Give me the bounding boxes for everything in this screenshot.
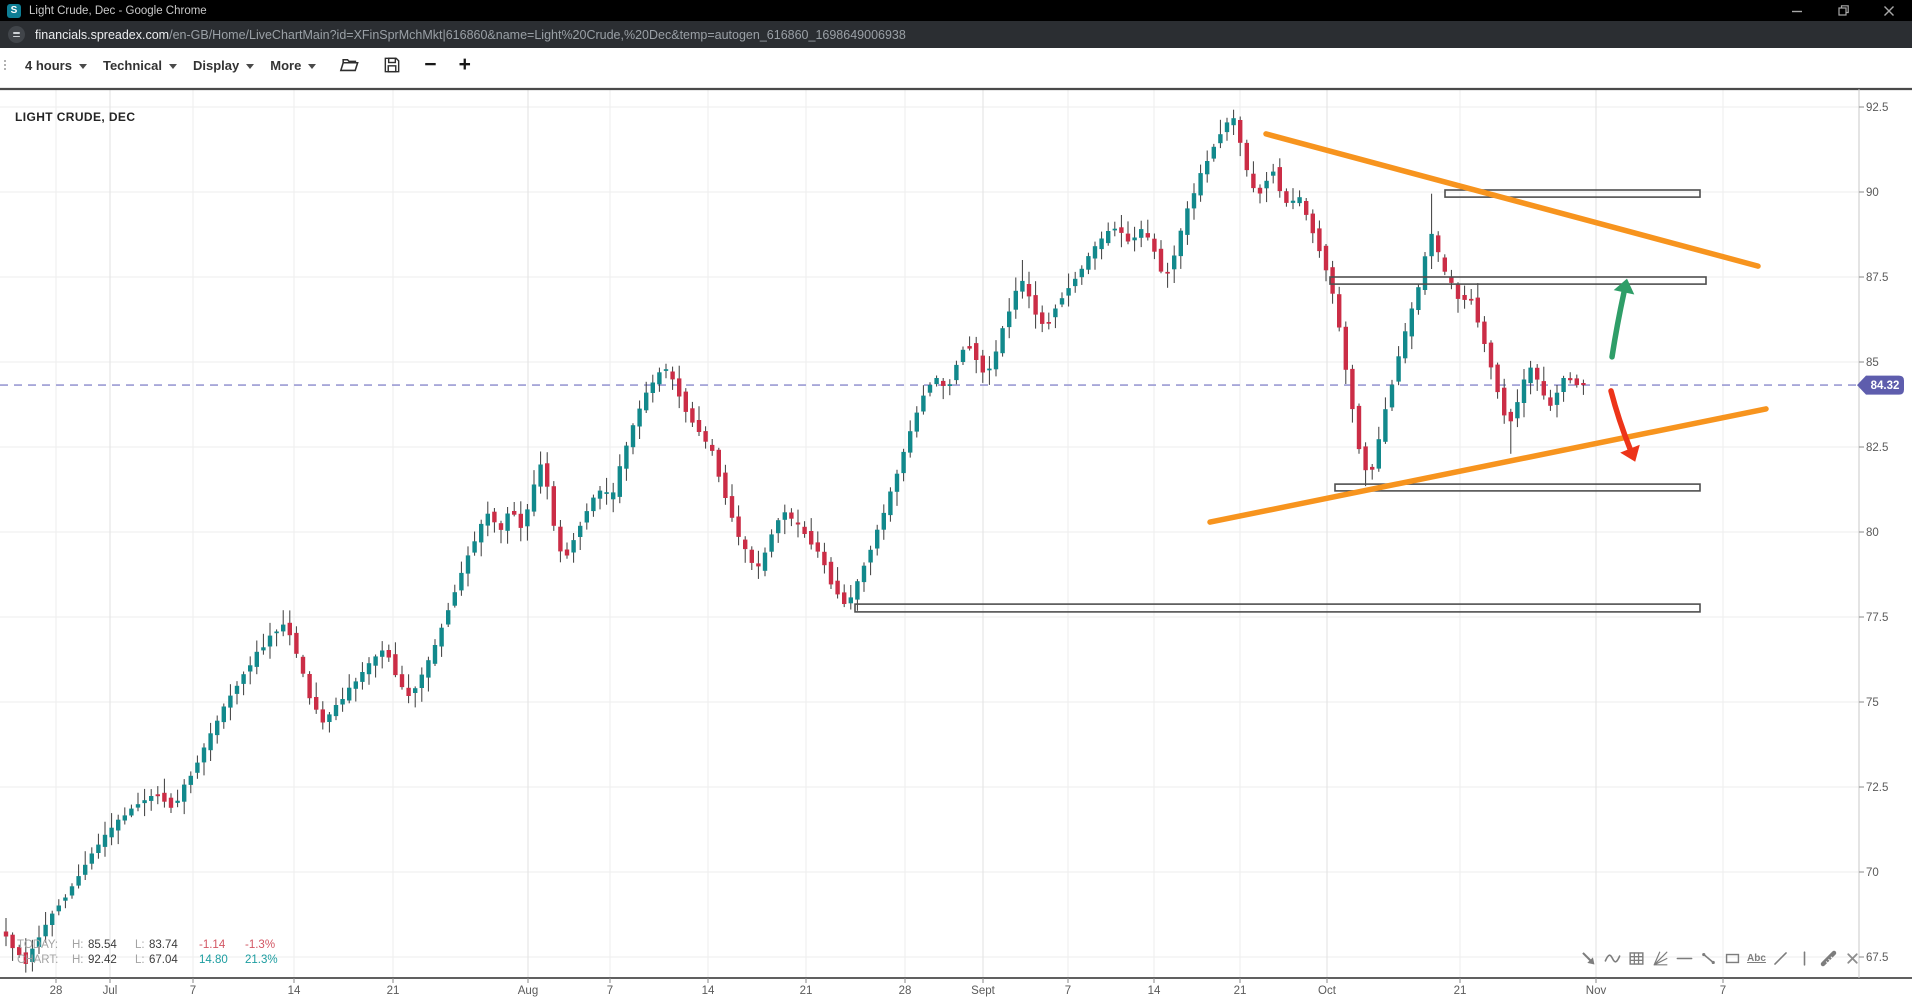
drawing-toolbar: Abc xyxy=(1578,945,1863,971)
more-dropdown-label: More xyxy=(270,58,301,73)
svg-text:72.5: 72.5 xyxy=(1866,782,1888,794)
chart-toolbar: 4 hours Technical Display More − + xyxy=(0,48,1912,82)
svg-text:14: 14 xyxy=(288,985,301,997)
svg-text:Nov: Nov xyxy=(1586,985,1607,997)
url-domain: financials.spreadex.com xyxy=(35,28,169,42)
today-label: TODAY: xyxy=(17,938,72,953)
window-title: Light Crude, Dec - Google Chrome xyxy=(29,5,1774,17)
svg-text:28: 28 xyxy=(899,985,912,997)
chart-change: 14.80 xyxy=(199,953,245,968)
today-stats-row: TODAY:H:85.54L:83.74-1.14-1.3% xyxy=(17,938,278,953)
display-dropdown-label: Display xyxy=(193,58,239,73)
svg-text:87.5: 87.5 xyxy=(1866,272,1888,284)
svg-text:14: 14 xyxy=(702,985,715,997)
spreadex-favicon: S xyxy=(7,4,21,18)
open-folder-icon[interactable] xyxy=(338,55,360,75)
svg-text:82.5: 82.5 xyxy=(1866,442,1888,454)
url-path: /en-GB/Home/LiveChartMain?id=XFinSprMchM… xyxy=(169,28,906,42)
svg-text:92.5: 92.5 xyxy=(1866,102,1888,114)
window-controls xyxy=(1774,0,1912,21)
chevron-down-icon xyxy=(169,64,177,69)
instrument-label: LIGHT CRUDE, DEC xyxy=(15,110,135,124)
url-text[interactable]: financials.spreadex.com/en-GB/Home/LiveC… xyxy=(35,28,906,42)
timeframe-dropdown-label: 4 hours xyxy=(25,58,72,73)
svg-text:85: 85 xyxy=(1866,357,1879,369)
svg-text:28: 28 xyxy=(50,985,63,997)
chart-stats-row: CHART:H:92.42L:67.0414.8021.3% xyxy=(17,953,278,968)
bearish-arrow xyxy=(1611,391,1640,462)
text-tool-icon[interactable]: Abc xyxy=(1746,945,1767,971)
x-axis-labels: 28 Jul 7 14 21 Aug 7 14 21 28 Sept 7 14 21 Oct 21 Nov 7 xyxy=(50,978,1727,997)
svg-text:14: 14 xyxy=(1148,985,1161,997)
chevron-down-icon xyxy=(246,64,254,69)
chart-label: CHART: xyxy=(17,953,72,968)
display-dropdown[interactable]: Display xyxy=(193,58,254,73)
current-price-badge: 84.32 xyxy=(1857,376,1904,395)
svg-text:Oct: Oct xyxy=(1318,985,1337,997)
chevron-down-icon xyxy=(308,64,316,69)
chevron-down-icon xyxy=(79,64,87,69)
rectangle-tool-icon[interactable] xyxy=(1722,945,1743,971)
today-change: -1.14 xyxy=(199,938,245,953)
gridlines xyxy=(0,89,1859,978)
segment-tool-icon[interactable] xyxy=(1698,945,1719,971)
candles xyxy=(4,110,1586,973)
session-stats: TODAY:H:85.54L:83.74-1.14-1.3% CHART:H:9… xyxy=(17,938,278,967)
zoom-in-icon[interactable]: + xyxy=(459,55,471,75)
ruler-tool-icon[interactable] xyxy=(1818,945,1839,971)
svg-text:80: 80 xyxy=(1866,527,1879,539)
svg-text:7: 7 xyxy=(190,985,196,997)
svg-text:84.32: 84.32 xyxy=(1871,380,1900,392)
today-change-pct: -1.3% xyxy=(245,938,275,953)
svg-text:21: 21 xyxy=(1234,985,1247,997)
svg-text:7: 7 xyxy=(1065,985,1071,997)
browser-url-bar: financials.spreadex.com/en-GB/Home/LiveC… xyxy=(0,21,1912,48)
svg-text:21: 21 xyxy=(387,985,400,997)
zoom-out-icon[interactable]: − xyxy=(424,55,436,75)
svg-text:67.5: 67.5 xyxy=(1866,952,1888,964)
save-icon[interactable] xyxy=(382,55,402,75)
more-dropdown[interactable]: More xyxy=(270,58,316,73)
technical-dropdown[interactable]: Technical xyxy=(103,58,177,73)
chart-change-pct: 21.3% xyxy=(245,953,278,968)
svg-text:21: 21 xyxy=(800,985,813,997)
today-high: 85.54 xyxy=(88,938,135,953)
svg-text:21: 21 xyxy=(1454,985,1467,997)
line-tool-icon[interactable] xyxy=(1770,945,1791,971)
window-titlebar: S Light Crude, Dec - Google Chrome xyxy=(0,0,1912,21)
freehand-tool-icon[interactable] xyxy=(1602,945,1623,971)
chart-high: 92.42 xyxy=(88,953,135,968)
chart-low: 67.04 xyxy=(149,953,199,968)
svg-text:70: 70 xyxy=(1866,867,1879,879)
delete-drawings-icon[interactable] xyxy=(1842,945,1863,971)
y-axis-labels: 92.5 90 87.5 85 82.5 80 77.5 75 72.5 70 67.5 xyxy=(1859,102,1888,964)
svg-text:77.5: 77.5 xyxy=(1866,612,1888,624)
svg-text:7: 7 xyxy=(607,985,613,997)
close-icon[interactable] xyxy=(1866,0,1912,21)
svg-text:Sept: Sept xyxy=(971,985,995,997)
svg-text:7: 7 xyxy=(1720,985,1726,997)
drag-handle-icon xyxy=(1,60,9,70)
svg-text:Aug: Aug xyxy=(518,985,538,997)
bullish-arrow xyxy=(1612,279,1634,357)
arrow-tool-icon[interactable] xyxy=(1578,945,1599,971)
fan-lines-tool-icon[interactable] xyxy=(1650,945,1671,971)
site-info-icon[interactable] xyxy=(8,26,25,43)
technical-dropdown-label: Technical xyxy=(103,58,162,73)
horizontal-line-tool-icon[interactable] xyxy=(1674,945,1695,971)
timeframe-dropdown[interactable]: 4 hours xyxy=(25,58,87,73)
svg-text:75: 75 xyxy=(1866,697,1879,709)
minimize-icon[interactable] xyxy=(1774,0,1820,21)
grid-tool-icon[interactable] xyxy=(1626,945,1647,971)
svg-text:90: 90 xyxy=(1866,187,1879,199)
svg-text:Jul: Jul xyxy=(103,985,118,997)
today-low: 83.74 xyxy=(149,938,199,953)
price-chart-svg: 92.5 90 87.5 85 82.5 80 77.5 75 72.5 70 67.5 28 Jul 7… xyxy=(0,0,1912,1001)
vertical-line-tool-icon[interactable] xyxy=(1794,945,1815,971)
restore-icon[interactable] xyxy=(1820,0,1866,21)
